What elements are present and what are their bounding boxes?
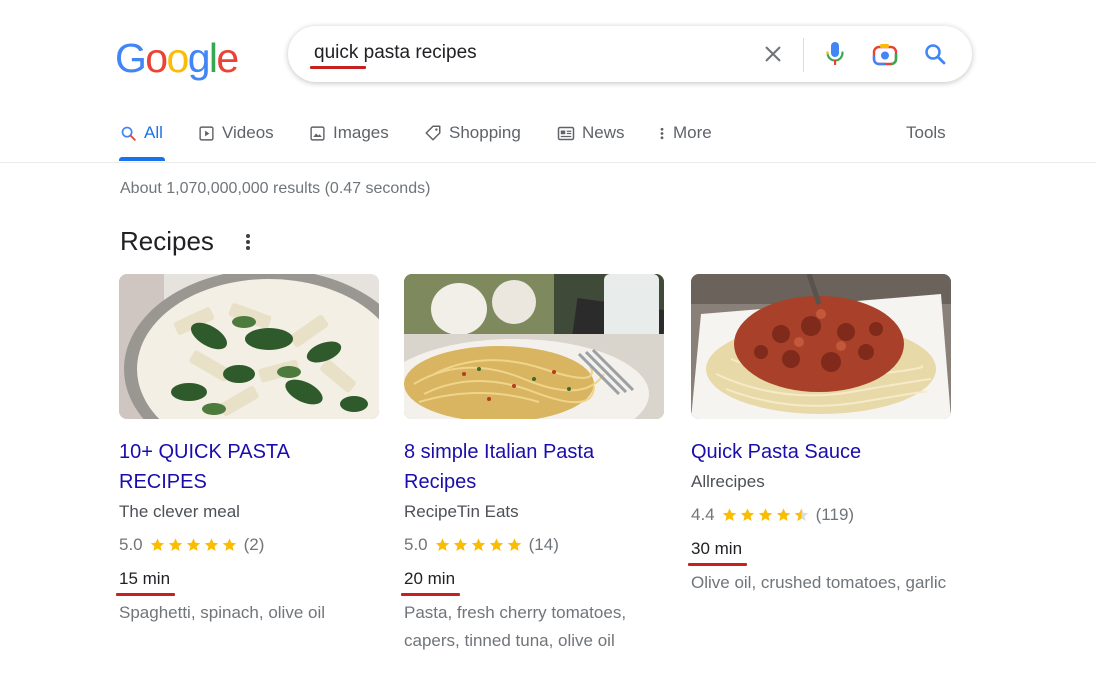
cook-time: 15 min: [115, 569, 176, 596]
rating-value: 5.0: [119, 535, 143, 554]
recipe-rating: 4.4 (119): [691, 504, 953, 526]
star-icon: [776, 508, 790, 521]
newspaper-icon: [557, 126, 575, 140]
logo-letter: e: [216, 35, 239, 81]
recipe-image[interactable]: [404, 274, 664, 419]
tab-label: More: [673, 123, 712, 142]
star-icon: [758, 508, 772, 521]
tab-news[interactable]: News: [557, 120, 625, 146]
voice-search-button[interactable]: [821, 40, 849, 68]
tab-label: Images: [333, 123, 389, 142]
logo-letter: G: [115, 35, 147, 81]
google-logo[interactable]: Google: [115, 30, 239, 86]
star-icon: [168, 538, 182, 551]
more-vert-icon: [660, 127, 664, 139]
spellcheck-underline: [310, 66, 366, 69]
star-icon: [150, 538, 164, 551]
star-rating: [721, 507, 810, 523]
tab-label: All: [144, 123, 163, 142]
recipe-image[interactable]: [691, 274, 951, 419]
active-tab-indicator: [119, 157, 165, 161]
tab-all[interactable]: All: [120, 120, 163, 146]
star-icon: [740, 508, 754, 521]
logo-letter: l: [208, 35, 218, 81]
recipe-ingredients: Pasta, fresh cherry tomatoes, capers, ti…: [404, 603, 627, 650]
logo-letter: o: [145, 35, 168, 81]
cook-time: 20 min: [400, 569, 461, 596]
recipe-source: Allrecipes: [691, 472, 765, 491]
image-search-button[interactable]: [871, 40, 899, 68]
recipe-ingredients: Spaghetti, spinach, olive oil: [119, 603, 326, 622]
search-input[interactable]: quick pasta recipes: [314, 41, 477, 65]
image-icon: [310, 125, 325, 141]
search-icon: [121, 126, 136, 141]
tab-label: Shopping: [449, 123, 521, 142]
star-icon: [435, 538, 449, 551]
recipe-image[interactable]: [119, 274, 379, 419]
recipe-card[interactable]: 8 simple Italian Pasta Recipes RecipeTin…: [400, 274, 666, 655]
logo-letter: g: [187, 35, 211, 81]
tab-label: News: [582, 123, 625, 142]
more-vert-icon: [246, 234, 250, 250]
star-icon: [507, 538, 521, 551]
review-count: (119): [815, 505, 855, 524]
recipe-source: The clever meal: [119, 502, 240, 521]
star-icon: [204, 538, 218, 551]
tab-more[interactable]: More: [658, 120, 712, 146]
tools-button[interactable]: Tools: [906, 120, 946, 146]
recipe-title-link[interactable]: Quick Pasta Sauce: [691, 437, 953, 467]
section-options-button[interactable]: [238, 230, 258, 254]
recipe-source: RecipeTin Eats: [404, 502, 519, 521]
star-rating: [149, 537, 238, 553]
star-icon: [222, 538, 236, 551]
star-icon: [186, 538, 200, 551]
rating-value: 4.4: [691, 505, 715, 524]
tab-label: Videos: [222, 123, 274, 142]
review-count: (14): [528, 535, 559, 554]
recipe-title-link[interactable]: 10+ QUICK PASTA RECIPES: [119, 437, 381, 497]
search-divider: [803, 38, 804, 72]
tag-icon: [425, 125, 441, 141]
recipe-ingredients: Olive oil, crushed tomatoes, garlic: [691, 573, 947, 592]
star-rating: [434, 537, 523, 553]
star-half-icon: [794, 508, 808, 521]
recipe-rating: 5.0 (2): [119, 534, 381, 556]
tab-videos[interactable]: Videos: [198, 120, 274, 146]
result-stats: About 1,070,000,000 results (0.47 second…: [120, 180, 431, 197]
search-bar[interactable]: quick pasta recipes: [288, 26, 972, 82]
star-icon: [722, 508, 736, 521]
lens-camera-icon: [872, 44, 898, 66]
logo-letter: o: [166, 35, 190, 81]
recipe-rating: 5.0 (14): [404, 534, 666, 556]
star-icon: [471, 538, 485, 551]
video-icon: [199, 125, 214, 141]
cook-time: 30 min: [687, 539, 748, 566]
recipe-card[interactable]: 10+ QUICK PASTA RECIPES The clever meal …: [115, 274, 381, 627]
recipe-card[interactable]: Quick Pasta Sauce Allrecipes 4.4 (119) 3…: [687, 274, 953, 597]
section-title: Recipes: [120, 226, 214, 256]
rating-value: 5.0: [404, 535, 428, 554]
close-icon: [765, 46, 781, 62]
recipe-title-link[interactable]: 8 simple Italian Pasta Recipes: [404, 437, 666, 497]
microphone-icon: [826, 42, 844, 65]
search-icon: [925, 44, 946, 65]
review-count: (2): [243, 535, 265, 554]
tab-images[interactable]: Images: [309, 120, 389, 146]
search-tabs: All Videos Images Shopping News More Too…: [0, 110, 1096, 163]
search-submit-button[interactable]: [921, 40, 949, 68]
tab-shopping[interactable]: Shopping: [424, 120, 521, 146]
clear-search-button[interactable]: [759, 40, 787, 68]
star-icon: [489, 538, 503, 551]
star-icon: [453, 538, 467, 551]
